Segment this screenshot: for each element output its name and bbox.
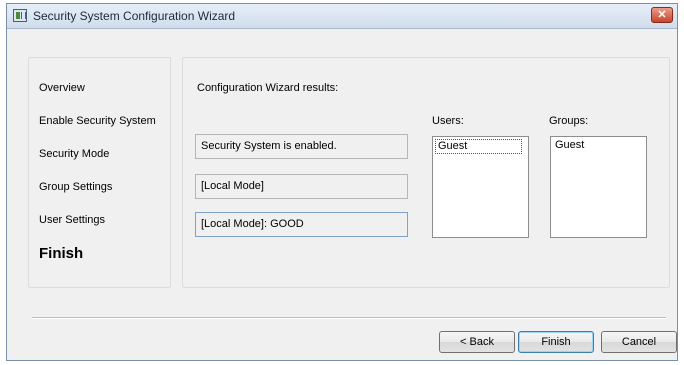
results-title: Configuration Wizard results: [197,82,339,94]
nav-item-security-mode[interactable]: Security Mode [39,148,109,160]
close-icon[interactable]: ✕ [651,7,673,23]
list-item[interactable]: Guest [435,139,522,154]
groups-listbox[interactable]: Guest [550,136,647,238]
footer-separator [32,317,666,319]
back-button[interactable]: < Back [439,331,515,353]
window-title: Security System Configuration Wizard [33,9,236,23]
nav-item-overview[interactable]: Overview [39,82,85,94]
finish-button[interactable]: Finish [518,331,594,353]
result-local-mode: [Local Mode] [195,174,408,199]
groups-label: Groups: [549,115,589,127]
cancel-button[interactable]: Cancel [601,331,677,353]
nav-item-finish[interactable]: Finish [39,245,83,262]
result-security-enabled: Security System is enabled. [195,134,408,159]
result-local-mode-status: [Local Mode]: GOOD [195,212,408,237]
nav-item-user-settings[interactable]: User Settings [39,214,105,226]
nav-item-enable-security-system[interactable]: Enable Security System [39,115,156,127]
app-icon [13,9,27,22]
users-label: Users: [432,115,464,127]
list-item[interactable]: Guest [553,139,586,152]
title-bar: Security System Configuration Wizard ✕ [7,4,677,29]
users-listbox[interactable]: Guest [432,136,529,238]
results-panel: Configuration Wizard results: Security S… [182,57,670,288]
nav-item-group-settings[interactable]: Group Settings [39,181,112,193]
wizard-steps-panel: Overview Enable Security System Security… [28,57,171,288]
